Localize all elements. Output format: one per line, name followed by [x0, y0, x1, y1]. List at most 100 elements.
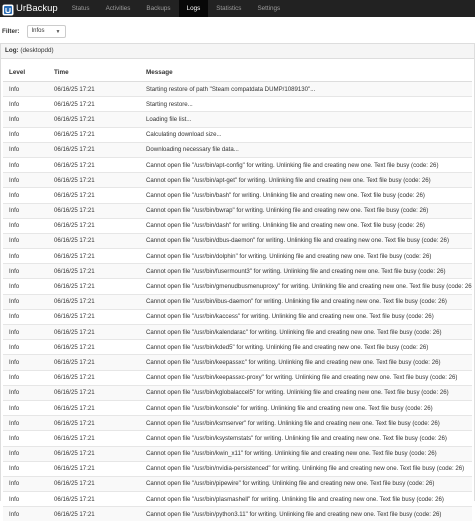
- log-row: Info 06/16/25 17:21 Cannot open file "/usr…: [3, 263, 472, 279]
- log-message: Cannot open file "/usr/bin/keepassxc" fo…: [140, 354, 472, 371]
- column-header-message: Message: [140, 64, 472, 82]
- filter-label: Filter:: [2, 27, 20, 35]
- log-heading-client: (desktopdd): [20, 47, 54, 54]
- log-time: 06/16/25 17:21: [48, 156, 140, 173]
- urbackup-logo-icon: [2, 3, 14, 15]
- chevron-down-icon: ▼: [55, 28, 61, 35]
- log-time: 06/16/25 17:21: [48, 96, 140, 112]
- log-row: Info 06/16/25 17:21 Calculating download s…: [3, 126, 472, 143]
- log-row: Info 06/16/25 17:21 Cannot open file "/usr…: [3, 460, 472, 477]
- log-time: 06/16/25 17:21: [48, 248, 140, 264]
- log-message: Cannot open file "/usr/bin/kglobalaccel5…: [140, 384, 472, 401]
- log-time: 06/16/25 17:21: [48, 141, 140, 158]
- log-level: Info: [3, 399, 48, 416]
- log-message: Cannot open file "/usr/bin/kwin_x11" for…: [140, 445, 472, 462]
- log-panel-heading: Log: (desktopdd): [1, 44, 474, 59]
- nav-item-backups[interactable]: Backups: [138, 0, 178, 17]
- log-row: Info 06/16/25 17:21 Cannot open file "/usr…: [3, 293, 472, 310]
- log-level: Info: [3, 308, 48, 325]
- log-time: 06/16/25 17:21: [48, 172, 140, 188]
- log-row: Info 06/16/25 17:21 Cannot open file "/usr…: [3, 384, 472, 401]
- log-message: Cannot open file "/usr/bin/dbus-daemon" …: [140, 232, 472, 249]
- log-heading-prefix: Log:: [5, 47, 19, 54]
- log-message: Cannot open file "/usr/bin/konsole" for …: [140, 399, 472, 416]
- log-time: 06/16/25 17:21: [48, 506, 140, 521]
- log-message: Cannot open file "/usr/bin/plasmashell" …: [140, 491, 472, 507]
- log-time: 06/16/25 17:21: [48, 415, 140, 431]
- log-message: Cannot open file "/usr/bin/apt-get" for …: [140, 172, 472, 188]
- log-row: Info 06/16/25 17:21 Cannot open file "/usr…: [3, 430, 472, 446]
- log-time: 06/16/25 17:21: [48, 126, 140, 143]
- log-level: Info: [3, 506, 48, 521]
- log-row: Info 06/16/25 17:21 Cannot open file "/usr…: [3, 217, 472, 234]
- log-level: Info: [3, 202, 48, 219]
- log-row: Info 06/16/25 17:21 Cannot open file "/usr…: [3, 491, 472, 507]
- log-row: Info 06/16/25 17:21 Cannot open file "/usr…: [3, 278, 472, 295]
- log-row: Info 06/16/25 17:21 Cannot open file "/usr…: [3, 354, 472, 371]
- filter-selected-value: Infos: [31, 28, 45, 34]
- log-message: Cannot open file "/usr/bin/python3.11" f…: [140, 506, 472, 521]
- log-message: Cannot open file "/usr/bin/kded5" for wr…: [140, 339, 472, 355]
- log-panel: Log: (desktopdd) Level Time Message Info…: [0, 43, 475, 521]
- log-time: 06/16/25 17:21: [48, 399, 140, 416]
- log-message: Cannot open file "/usr/bin/ksystemstats"…: [140, 430, 472, 446]
- nav-item-logs[interactable]: Logs: [178, 0, 209, 17]
- log-row: Info 06/16/25 17:21 Starting restore...: [3, 96, 472, 112]
- log-level: Info: [3, 217, 48, 234]
- top-navbar: UrBackup Status Activities Backups Logs Stat…: [0, 0, 475, 17]
- filter-bar: Filter: Infos ▼: [0, 24, 475, 38]
- log-time: 06/16/25 17:21: [48, 323, 140, 340]
- nav-item-activities[interactable]: Activities: [98, 0, 139, 17]
- log-message: Cannot open file "/usr/bin/ksmserver" fo…: [140, 415, 472, 431]
- log-time: 06/16/25 17:21: [48, 445, 140, 462]
- main-nav: Status Activities Backups Logs Statistics Set…: [64, 0, 288, 17]
- log-row: Info 06/16/25 17:21 Cannot open file "/usr…: [3, 308, 472, 325]
- log-level: Info: [3, 354, 48, 371]
- log-row: Info 06/16/25 17:21 Cannot open file "/usr…: [3, 202, 472, 219]
- log-time: 06/16/25 17:21: [48, 202, 140, 219]
- log-level: Info: [3, 278, 48, 295]
- log-row: Info 06/16/25 17:21 Cannot open file "/usr…: [3, 475, 472, 492]
- log-level: Info: [3, 263, 48, 279]
- log-time: 06/16/25 17:21: [48, 430, 140, 446]
- log-time: 06/16/25 17:21: [48, 491, 140, 507]
- log-message: Cannot open file "/usr/bin/ibus-daemon" …: [140, 293, 472, 310]
- log-message: Starting restore...: [140, 96, 472, 112]
- log-level: Info: [3, 156, 48, 173]
- log-time: 06/16/25 17:21: [48, 475, 140, 492]
- log-level: Info: [3, 475, 48, 492]
- column-header-time: Time: [48, 64, 140, 82]
- log-message: Downloading necessary file data...: [140, 141, 472, 158]
- nav-item-settings[interactable]: Settings: [249, 0, 288, 17]
- log-row: Info 06/16/25 17:21 Cannot open file "/usr…: [3, 323, 472, 340]
- log-row: Info 06/16/25 17:21 Cannot open file "/usr…: [3, 369, 472, 386]
- log-row: Info 06/16/25 17:21 Cannot open file "/usr…: [3, 248, 472, 264]
- log-level: Info: [3, 126, 48, 143]
- brand[interactable]: UrBackup: [0, 0, 64, 17]
- log-level: Info: [3, 80, 48, 97]
- log-level: Info: [3, 384, 48, 401]
- log-message: Cannot open file "/usr/bin/dolphin" for …: [140, 248, 472, 264]
- log-row: Info 06/16/25 17:21 Cannot open file "/usr…: [3, 506, 472, 521]
- log-level: Info: [3, 339, 48, 355]
- log-level: Info: [3, 232, 48, 249]
- nav-item-status[interactable]: Status: [64, 0, 98, 17]
- nav-item-statistics[interactable]: Statistics: [208, 0, 249, 17]
- filter-select[interactable]: Infos ▼: [26, 24, 66, 38]
- log-level: Info: [3, 369, 48, 386]
- log-row: Info 06/16/25 17:21 Cannot open file "/usr…: [3, 232, 472, 249]
- log-row: Info 06/16/25 17:21 Cannot open file "/usr…: [3, 399, 472, 416]
- log-row: Info 06/16/25 17:21 Cannot open file "/usr…: [3, 172, 472, 188]
- log-row: Info 06/16/25 17:21 Cannot open file "/usr…: [3, 156, 472, 173]
- log-message: Loading file list...: [140, 111, 472, 128]
- log-message: Cannot open file "/usr/bin/nvidia-persis…: [140, 460, 472, 477]
- log-level: Info: [3, 430, 48, 446]
- log-message: Cannot open file "/usr/bin/bwrap" for wr…: [140, 202, 472, 219]
- log-level: Info: [3, 293, 48, 310]
- log-level: Info: [3, 141, 48, 158]
- log-message: Cannot open file "/usr/bin/kalendarac" f…: [140, 323, 472, 340]
- log-time: 06/16/25 17:21: [48, 293, 140, 310]
- log-message: Cannot open file "/usr/bin/keepassxc-pro…: [140, 369, 472, 386]
- log-message: Cannot open file "/usr/bin/gmenudbusmenu…: [140, 278, 472, 295]
- log-time: 06/16/25 17:21: [48, 339, 140, 355]
